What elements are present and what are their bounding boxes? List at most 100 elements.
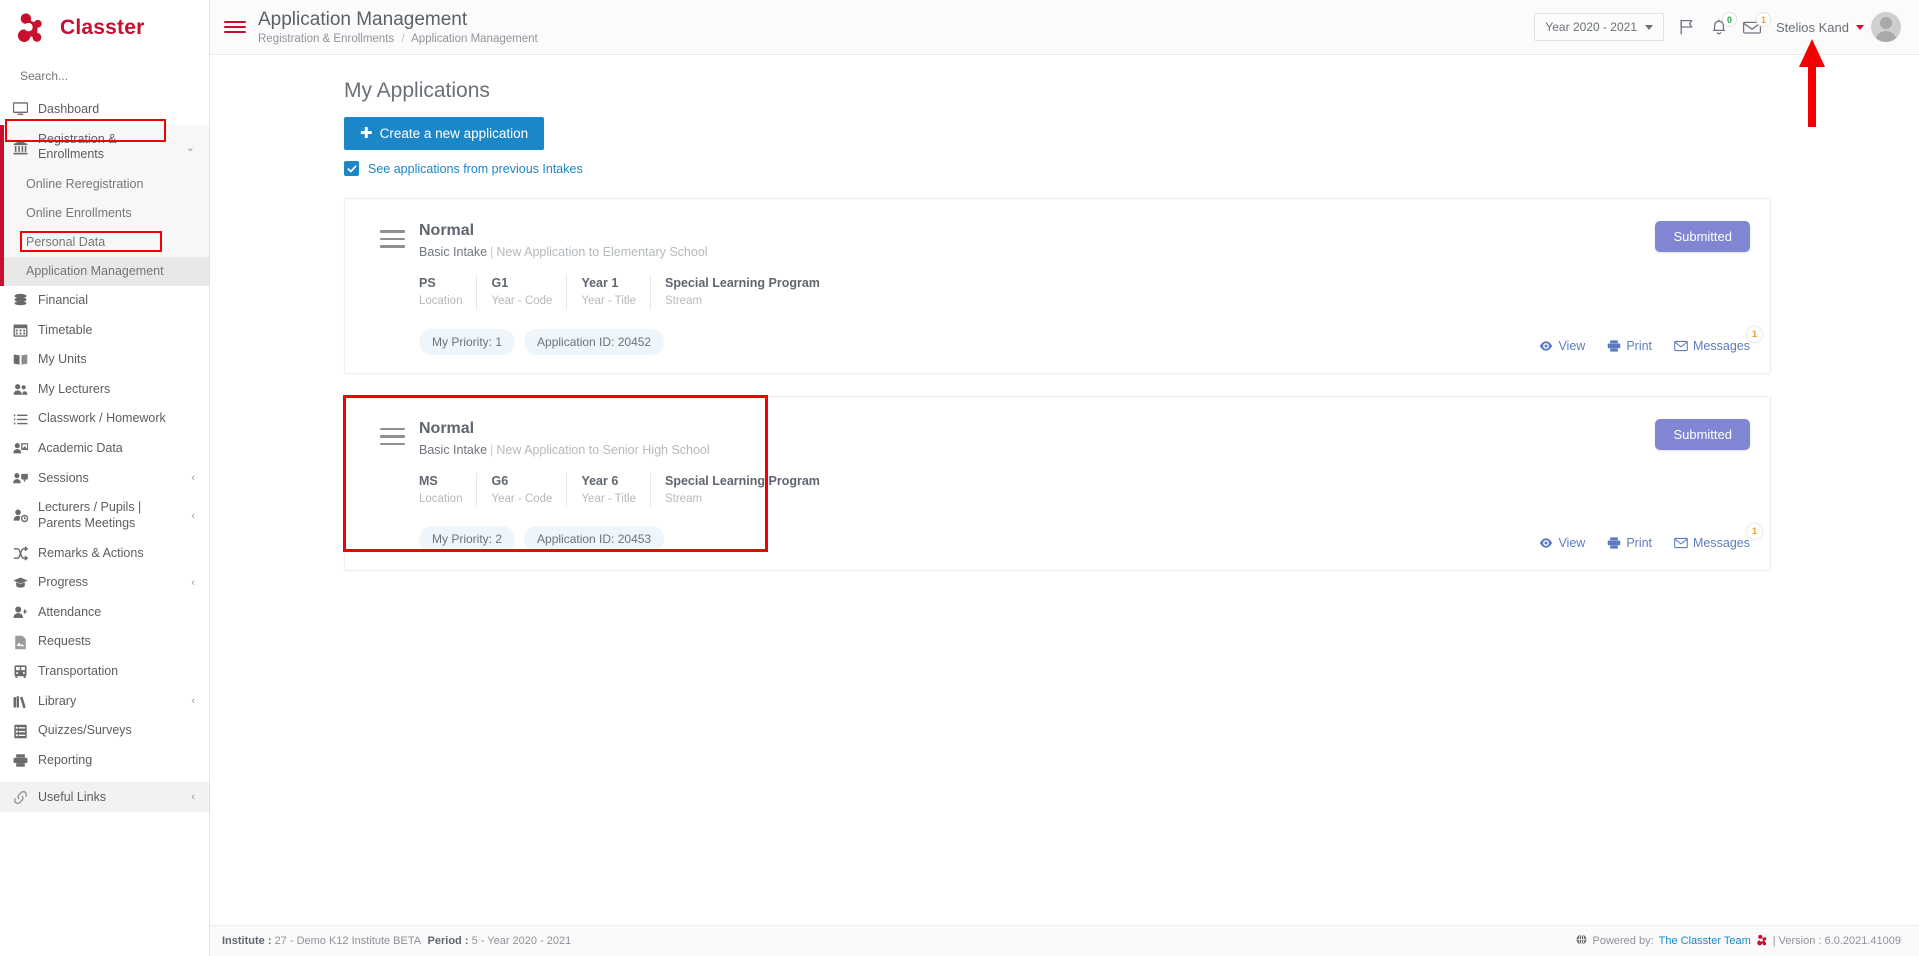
meta-value: PS bbox=[419, 276, 436, 291]
sidebar-item-my-units[interactable]: My Units bbox=[0, 345, 209, 375]
view-action[interactable]: View bbox=[1539, 339, 1585, 353]
print-action[interactable]: Print bbox=[1607, 536, 1652, 550]
calendar-icon bbox=[12, 323, 29, 338]
checklist-icon bbox=[12, 724, 29, 739]
year-selector[interactable]: Year 2020 - 2021 bbox=[1534, 13, 1664, 41]
meta-value: MS bbox=[419, 473, 438, 488]
card-actions: View Print Messages 1 bbox=[1539, 325, 1763, 355]
main-region: Application Management Registration & En… bbox=[210, 0, 1919, 956]
chevron-left-icon: ‹ bbox=[191, 576, 195, 589]
chevron-left-icon: ‹ bbox=[191, 695, 195, 708]
application-subtitle: Basic Intake | New Application to Elementa… bbox=[419, 245, 1520, 259]
presentation-icon bbox=[12, 471, 29, 486]
sidebar: Classter Dashboard Registration & Enroll… bbox=[0, 0, 210, 956]
subtitle-separator: | bbox=[490, 442, 494, 457]
sidebar-item-quizzes-surveys[interactable]: Quizzes/Surveys bbox=[0, 716, 209, 746]
meta-year-code: G1 Year - Code bbox=[477, 275, 568, 310]
application-meta-row: PS Location G1 Year - Code Year 1 Year -… bbox=[419, 275, 1520, 310]
sidebar-item-application-management[interactable]: Application Management bbox=[0, 256, 209, 286]
previous-intakes-row: See applications from previous Intakes bbox=[344, 161, 1771, 176]
see-previous-intakes-label[interactable]: See applications from previous Intakes bbox=[368, 162, 583, 176]
sidebar-item-financial[interactable]: Financial bbox=[0, 286, 209, 316]
sidebar-item-online-reregistration[interactable]: Online Reregistration bbox=[0, 169, 209, 199]
chevron-left-icon: ‹ bbox=[191, 509, 195, 522]
breadcrumb-parent[interactable]: Registration & Enrollments bbox=[258, 33, 394, 45]
sidebar-item-requests[interactable]: Requests bbox=[0, 627, 209, 657]
sidebar-item-personal-data[interactable]: Personal Data bbox=[0, 227, 209, 257]
messages-envelope-icon[interactable]: 1 bbox=[1742, 12, 1771, 36]
meta-label: Location bbox=[419, 295, 463, 308]
footer-institute-label: Institute : bbox=[222, 935, 272, 947]
drag-handle-icon[interactable] bbox=[379, 427, 405, 553]
meta-location: MS Location bbox=[419, 472, 478, 508]
messages-action[interactable]: Messages 1 bbox=[1674, 523, 1763, 550]
application-card[interactable]: Normal Basic Intake | New Application to E… bbox=[344, 198, 1771, 374]
eye-icon bbox=[1540, 538, 1553, 548]
user-clock-icon bbox=[12, 508, 29, 523]
breadcrumb: Registration & Enrollments / Application… bbox=[258, 33, 538, 45]
footer-institute-value: 27 - Demo K12 Institute BETA bbox=[274, 935, 421, 947]
meta-year-title: Year 1 Year - Title bbox=[567, 275, 651, 310]
view-action[interactable]: View bbox=[1539, 536, 1585, 550]
search-input[interactable] bbox=[20, 69, 189, 83]
search-container bbox=[0, 55, 209, 95]
sidebar-item-label: Registration & Enrollments bbox=[38, 131, 117, 162]
sidebar-item-timetable[interactable]: Timetable bbox=[0, 316, 209, 346]
view-label: View bbox=[1558, 338, 1586, 353]
sidebar-item-classwork-homework[interactable]: Classwork / Homework bbox=[0, 404, 209, 434]
messages-action[interactable]: Messages 1 bbox=[1674, 325, 1763, 353]
status-badge[interactable]: Submitted bbox=[1655, 221, 1750, 252]
brand[interactable]: Classter bbox=[0, 0, 209, 55]
subtitle-separator: | bbox=[490, 245, 494, 260]
sidebar-item-lecturers-pupils-parents-meetings[interactable]: Lecturers / Pupils | Parents Meetings ‹ bbox=[0, 493, 209, 538]
meta-label: Year - Title bbox=[581, 492, 636, 505]
sidebar-item-registration-enrollments[interactable]: Registration & Enrollments ⌄ bbox=[0, 124, 209, 171]
sidebar-item-label: Progress bbox=[38, 575, 89, 590]
card-drag-region bbox=[365, 419, 419, 553]
sidebar-item-reporting[interactable]: Reporting bbox=[0, 746, 209, 776]
menu-toggle-button[interactable] bbox=[224, 21, 246, 33]
card-actions: View Print Messages 1 bbox=[1539, 523, 1763, 552]
card-drag-region bbox=[365, 221, 419, 355]
print-label: Print bbox=[1626, 536, 1653, 551]
sidebar-item-online-enrollments[interactable]: Online Enrollments bbox=[0, 198, 209, 228]
sidebar-item-academic-data[interactable]: Academic Data bbox=[0, 434, 209, 464]
sidebar-item-label: Timetable bbox=[38, 322, 93, 337]
sidebar-item-my-lecturers[interactable]: My Lecturers bbox=[0, 375, 209, 405]
sidebar-item-attendance[interactable]: Attendance bbox=[0, 598, 209, 628]
user-menu[interactable]: Stelios Kand bbox=[1776, 12, 1901, 42]
sidebar-item-dashboard[interactable]: Dashboard bbox=[0, 95, 209, 125]
sidebar-item-progress[interactable]: Progress ‹ bbox=[0, 568, 209, 598]
page-header: Application Management Registration & En… bbox=[258, 9, 538, 46]
application-subtitle: Basic Intake | New Application to Senior H… bbox=[419, 443, 1520, 457]
print-action[interactable]: Print bbox=[1607, 339, 1652, 353]
bus-icon bbox=[12, 664, 29, 679]
books-icon bbox=[12, 694, 29, 709]
drag-handle-icon[interactable] bbox=[379, 230, 405, 355]
sidebar-nav: Dashboard Registration & Enrollments ⌄ O… bbox=[0, 95, 209, 813]
footer-version: | Version : 6.0.2021.41009 bbox=[1772, 935, 1901, 947]
sidebar-item-useful-links[interactable]: Useful Links ‹ bbox=[0, 781, 209, 813]
sidebar-item-label: Dashboard bbox=[38, 102, 100, 116]
create-new-application-button[interactable]: ✚ Create a new application bbox=[344, 117, 545, 150]
notifications-bell-icon[interactable]: 0 bbox=[1710, 12, 1737, 36]
top-bar: Application Management Registration & En… bbox=[210, 0, 1919, 55]
sidebar-item-library[interactable]: Library ‹ bbox=[0, 687, 209, 717]
status-badge[interactable]: Submitted bbox=[1655, 418, 1750, 450]
application-card[interactable]: Normal Basic Intake | New Application to S… bbox=[343, 394, 1771, 572]
flag-icon[interactable] bbox=[1678, 18, 1696, 36]
sidebar-item-transportation[interactable]: Transportation bbox=[0, 657, 209, 687]
meta-location: PS Location bbox=[419, 275, 478, 310]
sidebar-item-remarks-actions[interactable]: Remarks & Actions bbox=[0, 539, 209, 569]
meta-value: Special Learning Program bbox=[664, 473, 820, 488]
sidebar-item-sessions[interactable]: Sessions ‹ bbox=[0, 464, 209, 494]
see-previous-intakes-checkbox[interactable] bbox=[344, 161, 359, 176]
meta-label: Stream bbox=[664, 492, 703, 505]
meta-year-code: G6 Year - Code bbox=[477, 472, 568, 508]
sidebar-item-label: Quizzes/Surveys bbox=[38, 723, 132, 738]
print-label: Print bbox=[1626, 338, 1653, 353]
shuffle-icon bbox=[12, 546, 29, 561]
footer-team-link[interactable]: The Classter Team bbox=[1659, 935, 1751, 947]
sidebar-item-label: Application Management bbox=[26, 264, 164, 279]
application-pills: My Priority: 2 Application ID: 20453 bbox=[419, 526, 1520, 553]
